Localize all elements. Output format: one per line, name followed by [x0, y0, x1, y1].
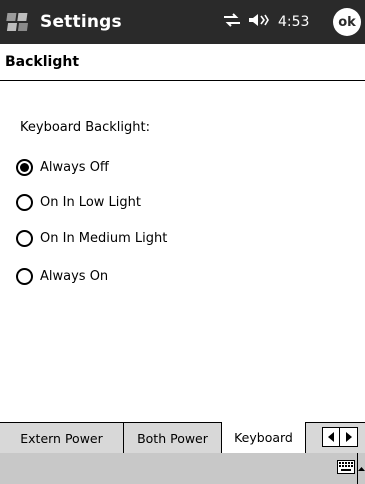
tab-bar: Extern Power Both Power Keyboard	[0, 422, 365, 453]
radio-always-on[interactable]: Always On	[16, 265, 108, 287]
keyboard-icon[interactable]	[337, 459, 355, 475]
volume-icon[interactable]	[248, 12, 270, 32]
page-heading-bar: Backlight	[0, 44, 365, 81]
start-windows-flag-icon[interactable]	[4, 8, 32, 36]
tab-keyboard[interactable]: Keyboard	[221, 422, 306, 453]
radio-circle-icon[interactable]	[16, 193, 33, 211]
title-bar: Settings 4:53 ok	[0, 0, 365, 44]
scroll-right-icon[interactable]	[340, 427, 358, 447]
radio-label: On In Medium Light	[40, 230, 168, 246]
scroll-left-icon[interactable]	[322, 427, 340, 447]
radio-always-off[interactable]: Always Off	[16, 156, 109, 178]
radio-on-in-low-light[interactable]: On In Low Light	[16, 191, 141, 213]
status-icons: 4:53	[222, 0, 309, 44]
page-title: Backlight	[5, 54, 80, 70]
radio-label: Always On	[40, 268, 109, 284]
tab-scroll-arrows	[322, 424, 358, 450]
tab-extern-power[interactable]: Extern Power	[0, 423, 124, 453]
ok-button[interactable]: ok	[333, 8, 361, 36]
keyboard-backlight-label: Keyboard Backlight:	[20, 120, 150, 135]
radio-label: Always Off	[40, 159, 109, 175]
connectivity-icon[interactable]	[222, 12, 242, 32]
command-bar	[0, 453, 365, 484]
radio-circle-icon[interactable]	[16, 267, 33, 285]
radio-circle-icon[interactable]	[16, 229, 33, 247]
radio-circle-icon[interactable]	[16, 158, 33, 176]
tab-both-power[interactable]: Both Power	[124, 423, 221, 453]
radio-on-in-medium-light[interactable]: On In Medium Light	[16, 227, 167, 249]
radio-label: On In Low Light	[40, 194, 141, 210]
input-menu-arrow-icon[interactable]	[357, 453, 365, 484]
clock[interactable]: 4:53	[278, 14, 309, 30]
app-title: Settings	[40, 12, 122, 32]
